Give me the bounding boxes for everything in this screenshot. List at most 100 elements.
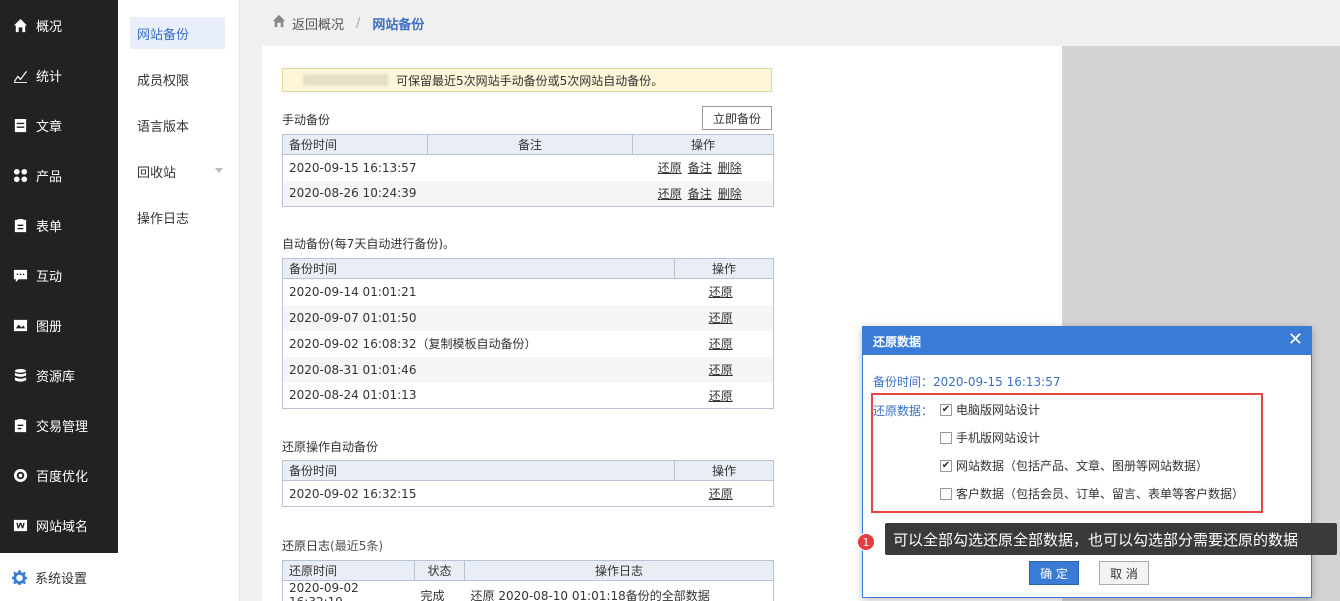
backup-time: 2020-09-07 01:01:50: [282, 304, 675, 331]
subnav-item-recycle[interactable]: 回收站: [130, 155, 225, 187]
nav-item-stats[interactable]: 统计: [0, 50, 118, 100]
option-label: 客户数据（包括会员、订单、留言、表单等客户数据）: [956, 487, 1245, 501]
confirm-button[interactable]: 确 定: [1029, 561, 1079, 585]
col-header: 操作: [674, 258, 774, 279]
table-row: 2020-09-07 01:01:50 还原: [282, 304, 774, 331]
checkbox-icon[interactable]: [940, 487, 952, 500]
tooltip-callout: 可以全部勾选还原全部数据，也可以勾选部分需要还原的数据: [885, 523, 1337, 555]
restore-auto-table: 备份时间 操作 2020-09-02 16:32:15 还原: [282, 460, 774, 507]
nav-label: 互动: [36, 269, 63, 285]
col-header: 操作日志: [464, 560, 774, 581]
backup-note: [427, 180, 633, 207]
nav-label: 系统设置: [35, 571, 88, 587]
nav-item-seo[interactable]: 百度优化: [0, 450, 118, 500]
nav-label: 图册: [36, 319, 63, 335]
domain-icon: [12, 517, 28, 533]
breadcrumb-separator: /: [356, 15, 361, 31]
nav-item-article[interactable]: 文章: [0, 100, 118, 150]
nav-item-album[interactable]: 图册: [0, 300, 118, 350]
sub-nav: 网站备份 成员权限 语言版本 回收站 操作日志: [118, 0, 240, 601]
option-label: 电脑版网站设计: [956, 403, 1041, 417]
gear-icon: [12, 569, 27, 585]
option-site-data[interactable]: ✔ 网站数据（包括产品、文章、图册等网站数据）: [940, 457, 1208, 474]
option-pc-design[interactable]: ✔ 电脑版网站设计: [940, 401, 1040, 418]
cancel-button[interactable]: 取 消: [1099, 561, 1149, 585]
main-nav: 概况 统计 文章 产品 表单 互动 图册 资源库 交易管理 百度优化 网站域名: [0, 0, 118, 553]
backup-time: 2020-08-26 10:24:39: [282, 180, 428, 207]
nav-item-interaction[interactable]: 互动: [0, 250, 118, 300]
restore-link[interactable]: 还原: [709, 337, 733, 351]
restore-link[interactable]: 还原: [658, 187, 682, 201]
col-header: 操作: [674, 460, 774, 481]
restore-auto-title: 还原操作自动备份: [282, 440, 379, 454]
restore-link[interactable]: 还原: [709, 285, 733, 299]
seo-icon: [12, 467, 28, 483]
grid-icon: [12, 167, 28, 183]
restore-log-title-text: 还原日志: [282, 539, 331, 553]
page-title: 网站备份: [372, 17, 425, 33]
subnav-item-language[interactable]: 语言版本: [130, 109, 225, 141]
chart-icon: [12, 67, 28, 83]
notice-text: 可保留最近5次网站手动备份或5次网站自动备份。: [396, 73, 664, 88]
subnav-item-backup[interactable]: 网站备份: [130, 17, 225, 49]
close-icon[interactable]: ✕: [1288, 330, 1303, 350]
nav-item-overview[interactable]: 概况: [0, 0, 118, 50]
manual-backup-table: 备份时间 备注 操作 2020-09-15 16:13:57 还原 备注 删除 20…: [282, 134, 774, 207]
restore-time: 2020-09-02 16:32:19: [289, 581, 359, 601]
nav-label: 产品: [36, 169, 63, 185]
dialog-header: 还原数据 ✕: [863, 327, 1311, 355]
subnav-label: 回收站: [137, 165, 177, 181]
article-icon: [12, 117, 28, 133]
delete-link[interactable]: 删除: [718, 187, 742, 201]
auto-backup-table: 备份时间 操作 2020-09-14 01:01:21 还原 2020-09-07…: [282, 258, 774, 409]
subnav-item-permissions[interactable]: 成员权限: [130, 63, 225, 95]
nav-item-product[interactable]: 产品: [0, 150, 118, 200]
nav-label: 交易管理: [36, 419, 89, 435]
col-header: 备份时间: [282, 258, 675, 279]
checkbox-checked-icon[interactable]: ✔: [940, 459, 952, 472]
nav-item-trade[interactable]: 交易管理: [0, 400, 118, 450]
redacted-text: [303, 74, 388, 86]
backup-now-button[interactable]: 立即备份: [702, 106, 772, 130]
nav-item-settings[interactable]: 系统设置: [0, 553, 118, 601]
nav-label: 百度优化: [36, 469, 89, 485]
nav-item-domain[interactable]: 网站域名: [0, 500, 118, 550]
restore-link[interactable]: 还原: [709, 389, 733, 403]
back-link[interactable]: 返回概况: [292, 14, 344, 33]
chat-icon: [12, 267, 28, 283]
table-row: 2020-08-26 10:24:39 还原 备注 删除: [282, 180, 774, 207]
notice-bar: 可保留最近5次网站手动备份或5次网站自动备份。: [282, 68, 772, 92]
nav-item-resources[interactable]: 资源库: [0, 350, 118, 400]
backup-time-line: 备份时间：2020-09-15 16:13:57: [873, 373, 1060, 390]
backup-note: [428, 155, 633, 181]
subnav-item-oplog[interactable]: 操作日志: [130, 201, 225, 233]
nav-item-form[interactable]: 表单: [0, 200, 118, 250]
option-customer-data[interactable]: 客户数据（包括会员、订单、留言、表单等客户数据）: [940, 485, 1244, 502]
backup-time: 2020-09-14 01:01:21: [289, 284, 417, 299]
clipboard-icon: [12, 217, 28, 233]
note-link[interactable]: 备注: [688, 161, 712, 175]
backup-time: 2020-09-15 16:13:57: [289, 160, 417, 175]
breadcrumb: 返回概况 / 网站备份: [240, 0, 1340, 46]
delete-link[interactable]: 删除: [718, 161, 742, 175]
table-row: 2020-08-24 01:01:13 还原: [283, 383, 774, 409]
manual-backup-title: 手动备份: [282, 113, 331, 127]
auto-backup-title: 自动备份(每7天自动进行备份)。: [282, 237, 455, 251]
chevron-down-icon: [215, 168, 223, 173]
note-link[interactable]: 备注: [688, 187, 712, 201]
nav-label: 网站域名: [36, 519, 89, 535]
checkbox-checked-icon[interactable]: ✔: [940, 403, 952, 416]
album-icon: [12, 317, 28, 333]
home-icon: [272, 14, 286, 32]
nav-label: 概况: [36, 19, 63, 35]
nav-label: 资源库: [36, 369, 76, 385]
restore-link[interactable]: 还原: [709, 363, 733, 377]
option-mobile-design[interactable]: 手机版网站设计: [940, 429, 1040, 446]
checkbox-icon[interactable]: [940, 431, 952, 444]
col-header: 备份时间: [282, 134, 428, 155]
restore-link[interactable]: 还原: [709, 311, 733, 325]
table-row: 2020-09-15 16:13:57 还原 备注 删除: [283, 155, 774, 181]
restore-link[interactable]: 还原: [709, 487, 733, 501]
col-header: 备注: [427, 134, 633, 155]
restore-link[interactable]: 还原: [658, 161, 682, 175]
